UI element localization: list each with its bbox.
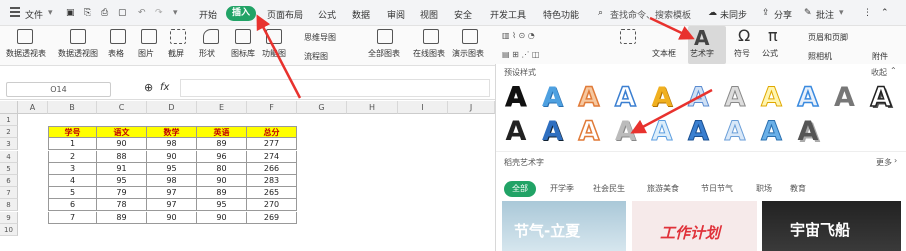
arrow-to-style <box>630 88 713 134</box>
annotation-arrows <box>256 14 713 134</box>
arrow-to-arttext <box>649 16 695 40</box>
arrow-to-insert-tab <box>256 14 302 99</box>
